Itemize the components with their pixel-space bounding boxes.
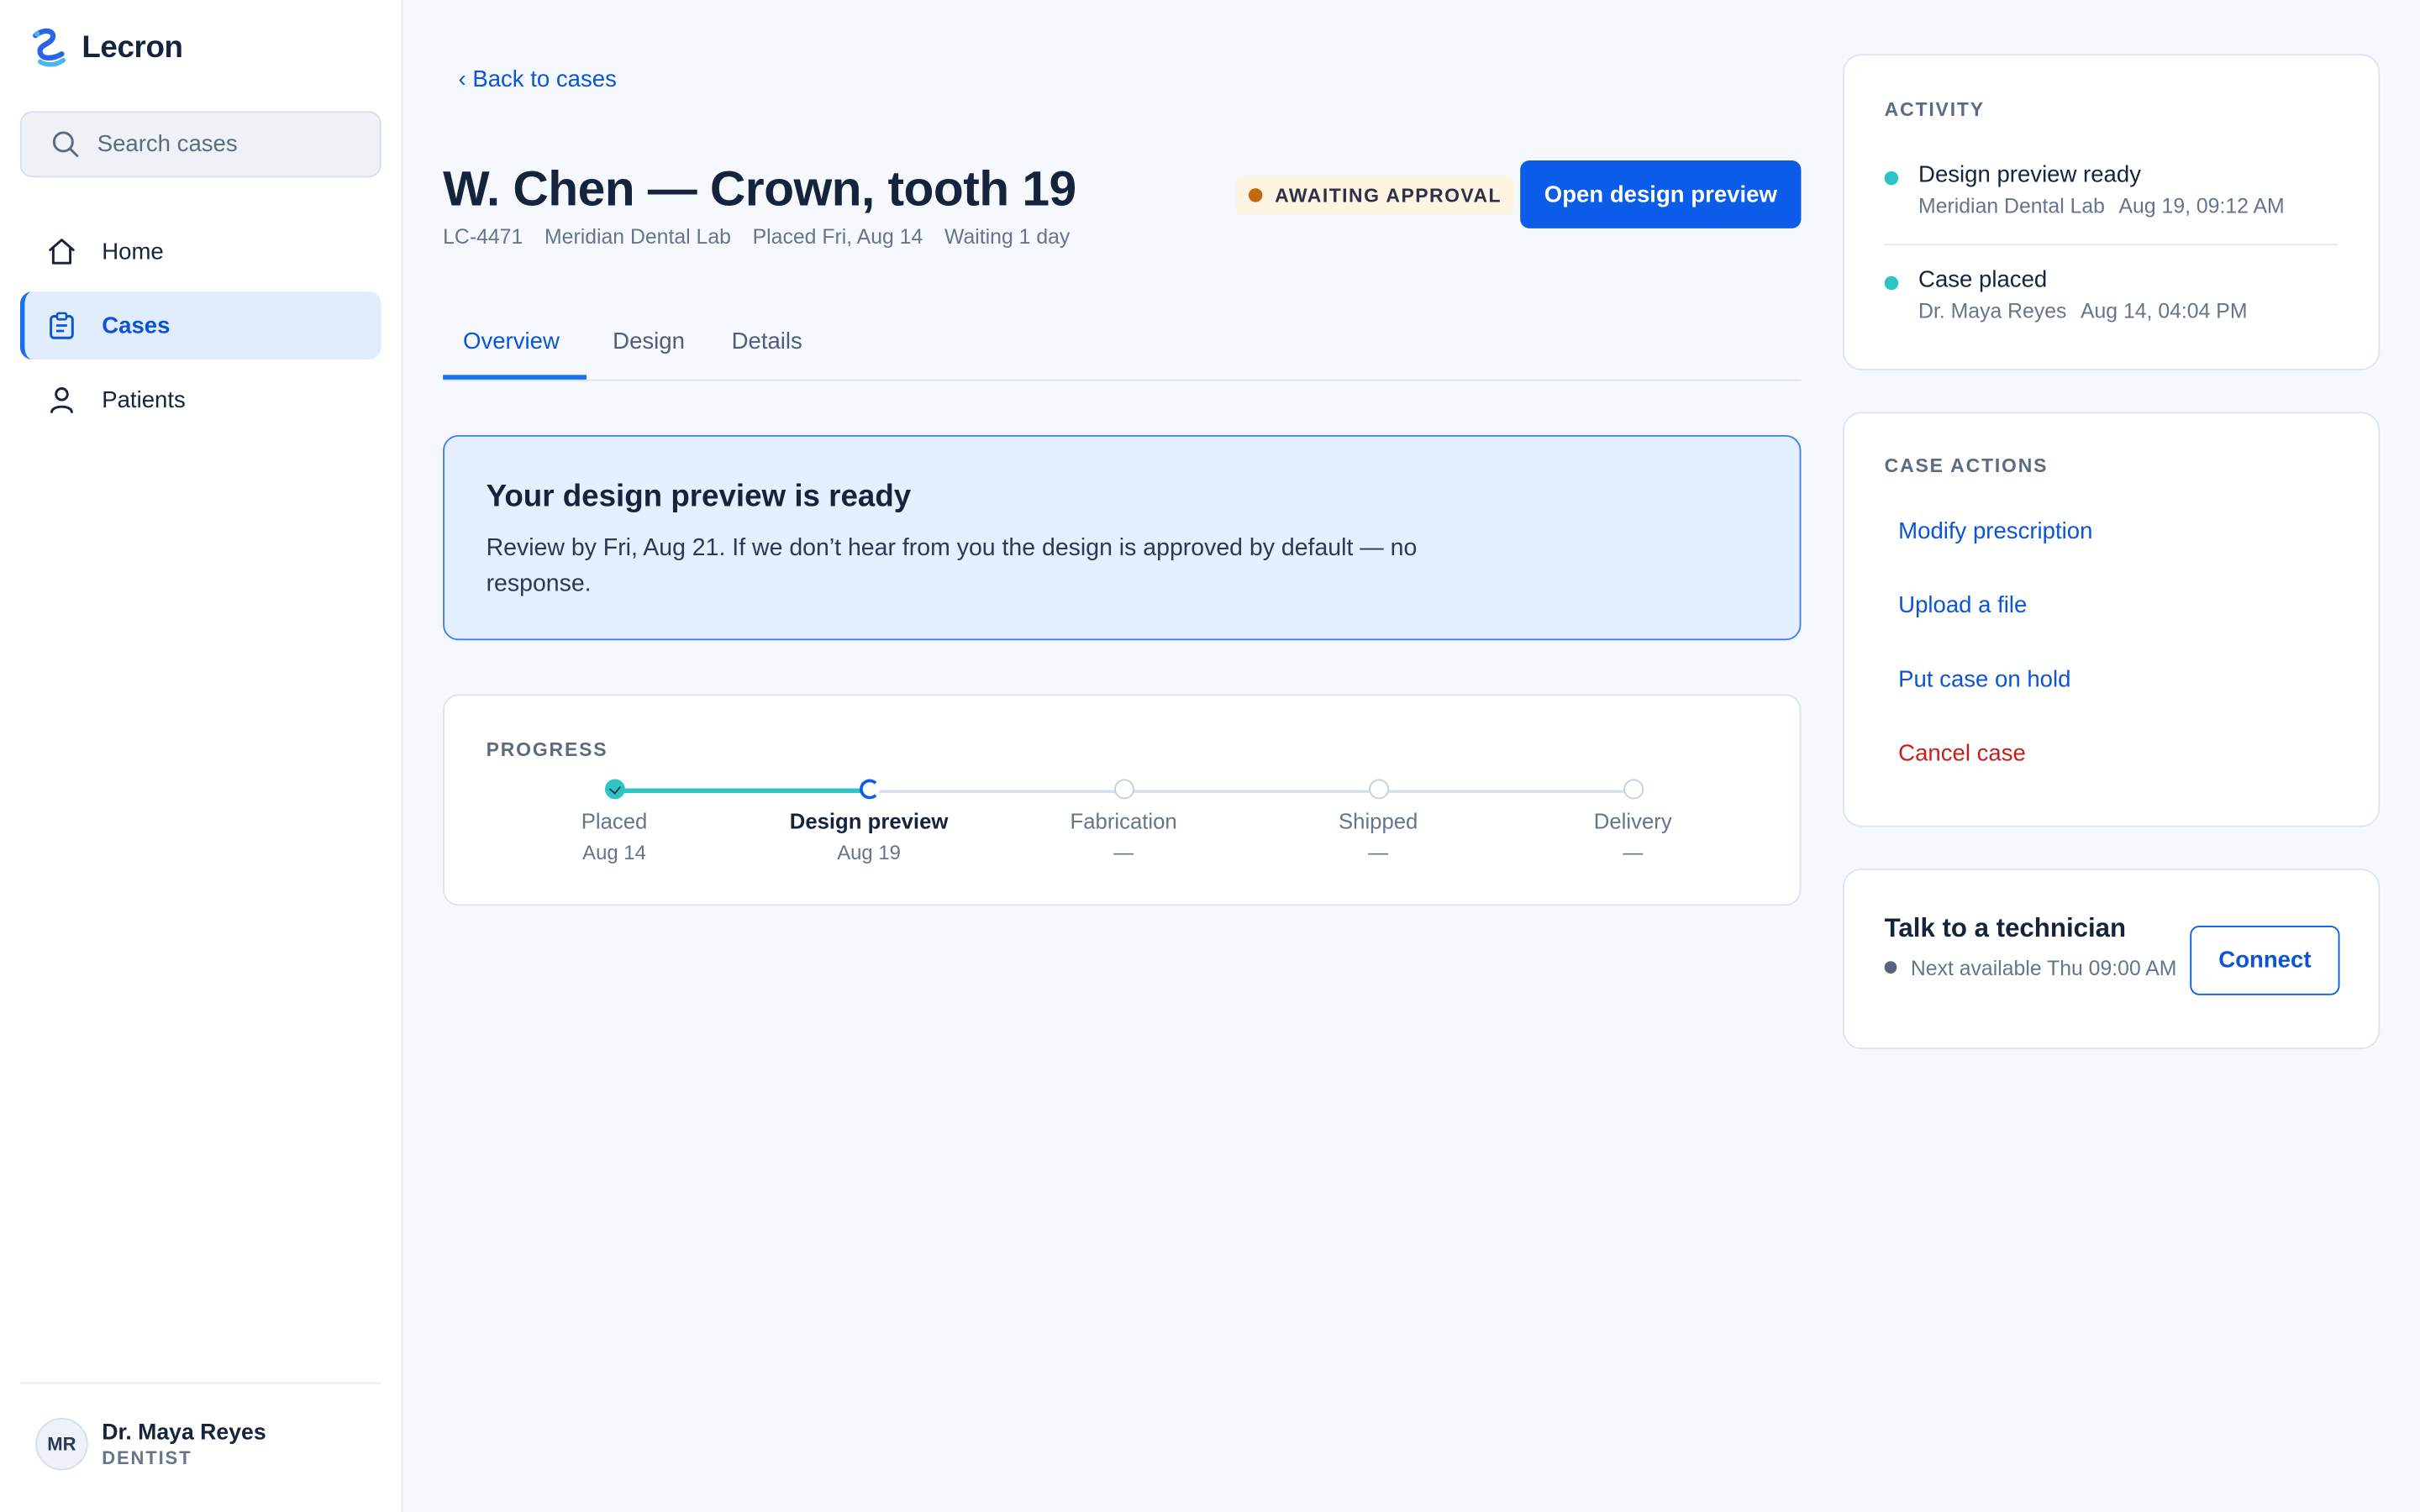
case-id: LC-4471 — [443, 225, 523, 249]
step-name: Delivery — [1593, 808, 1672, 833]
progress-step-design-preview: Design preview Aug 19 — [753, 779, 985, 864]
tab-details[interactable]: Details — [732, 328, 802, 354]
sidebar-nav: Home Cases Patients — [19, 218, 381, 439]
technician-panel: Talk to a technician Next available Thu … — [1843, 869, 2381, 1049]
callout-title: Your design preview is ready — [486, 480, 912, 514]
progress-label: PROGRESS — [486, 738, 608, 761]
sidebar-item-label: Cases — [102, 312, 171, 339]
sidebar: Lecron Home Cases — [0, 0, 403, 1512]
modify-prescription-link[interactable]: Modify prescription — [1898, 518, 2092, 544]
technician-availability: Next available Thu 09:00 AM — [1884, 955, 2178, 981]
case-actions-panel: CASE ACTIONS Modify prescription Upload … — [1843, 412, 2381, 827]
activity-item: Design preview ready Meridian Dental Lab… — [1884, 161, 2338, 218]
search-icon — [52, 131, 79, 157]
page-title: W. Chen — Crown, tooth 19 — [443, 160, 1076, 217]
avatar: MR — [35, 1417, 88, 1471]
open-design-preview-button[interactable]: Open design preview — [1520, 160, 1802, 228]
pending-icon — [1368, 779, 1389, 800]
activity-actor: Dr. Maya Reyes — [1918, 299, 2067, 323]
availability-text: Next available Thu 09:00 AM — [1910, 956, 2177, 980]
progress-step-delivery: Delivery — — [1518, 779, 1749, 864]
activity-actor: Meridian Dental Lab — [1918, 194, 2105, 218]
design-ready-callout: Your design preview is ready Review by F… — [443, 434, 1802, 641]
upload-file-link[interactable]: Upload a file — [1898, 592, 2027, 618]
search-input[interactable] — [97, 131, 345, 158]
in-progress-icon — [859, 779, 880, 800]
technician-title: Talk to a technician — [1884, 913, 2127, 943]
lab-name: Meridian Dental Lab — [544, 225, 731, 249]
callout-body: Review by Fri, Aug 21. If we don’t hear … — [486, 535, 1418, 597]
step-date: Aug 19 — [837, 841, 901, 864]
progress-step-fabrication: Fabrication — — [1007, 779, 1239, 864]
pending-icon — [1113, 779, 1134, 800]
lecron-logo-icon — [33, 28, 66, 67]
tab-bar: Overview Design Details — [443, 308, 1802, 381]
divider — [19, 1382, 381, 1384]
step-date: — — [1623, 841, 1644, 864]
app-name: Lecron — [82, 29, 183, 65]
sidebar-item-home[interactable]: Home — [20, 218, 381, 286]
tab-design[interactable]: Design — [613, 328, 685, 354]
step-date: — — [1368, 841, 1389, 864]
connect-button[interactable]: Connect — [2190, 926, 2340, 995]
case-actions-label: CASE ACTIONS — [1884, 454, 2049, 477]
status-dot-icon — [1248, 188, 1263, 202]
activity-item: Case placed Dr. Maya Reyes Aug 14, 04:04… — [1884, 266, 2338, 323]
status-label: AWAITING APPROVAL — [1275, 184, 1502, 207]
progress-step-shipped: Shipped — — [1262, 779, 1494, 864]
availability-dot-icon — [1884, 961, 1897, 974]
progress-card: PROGRESS Placed Aug 14 Design preview Au… — [443, 694, 1802, 906]
step-name: Shipped — [1338, 808, 1418, 833]
active-tab-indicator — [443, 375, 587, 380]
search-box[interactable] — [19, 111, 381, 178]
sidebar-item-cases[interactable]: Cases — [19, 291, 381, 360]
user-name: Dr. Maya Reyes — [102, 1420, 266, 1446]
activity-time: Aug 14, 04:04 PM — [2080, 299, 2248, 323]
user-role: DENTIST — [102, 1446, 192, 1468]
user-icon — [46, 384, 77, 415]
step-date: Aug 14 — [582, 841, 646, 864]
activity-time: Aug 19, 09:12 AM — [2118, 194, 2285, 218]
placed-date: Placed Fri, Aug 14 — [752, 225, 923, 249]
progress-step-placed: Placed Aug 14 — [498, 779, 730, 864]
case-meta: LC-4471 Meridian Dental Lab Placed Fri, … — [443, 225, 1070, 249]
activity-title: Case placed — [1918, 266, 2048, 293]
tab-overview[interactable]: Overview — [463, 328, 560, 354]
step-name: Fabrication — [1070, 808, 1177, 833]
step-name: Placed — [581, 808, 648, 833]
put-on-hold-link[interactable]: Put case on hold — [1898, 666, 2070, 692]
activity-panel: ACTIVITY Design preview ready Meridian D… — [1843, 54, 2381, 370]
check-icon — [604, 779, 624, 800]
step-date: — — [1113, 841, 1134, 864]
activity-label: ACTIVITY — [1884, 98, 1985, 121]
activity-title: Design preview ready — [1918, 161, 2142, 189]
activity-dot-icon — [1884, 276, 1899, 291]
clipboard-icon — [46, 310, 77, 341]
sidebar-item-label: Home — [102, 238, 164, 265]
back-to-cases-link[interactable]: ‹ Back to cases — [459, 66, 617, 92]
step-name: Design preview — [789, 808, 949, 833]
waiting-time: Waiting 1 day — [944, 225, 1071, 249]
activity-dot-icon — [1884, 171, 1899, 186]
status-badge: AWAITING APPROVAL — [1236, 176, 1514, 215]
divider — [1884, 244, 2338, 246]
cancel-case-link[interactable]: Cancel case — [1898, 741, 2026, 767]
sidebar-item-patients[interactable]: Patients — [20, 365, 381, 433]
brand[interactable]: Lecron — [31, 24, 183, 71]
sidebar-item-label: Patients — [102, 386, 186, 413]
user-profile[interactable]: MR Dr. Maya Reyes DENTIST — [35, 1417, 266, 1471]
home-icon — [46, 236, 77, 267]
pending-icon — [1623, 779, 1644, 800]
